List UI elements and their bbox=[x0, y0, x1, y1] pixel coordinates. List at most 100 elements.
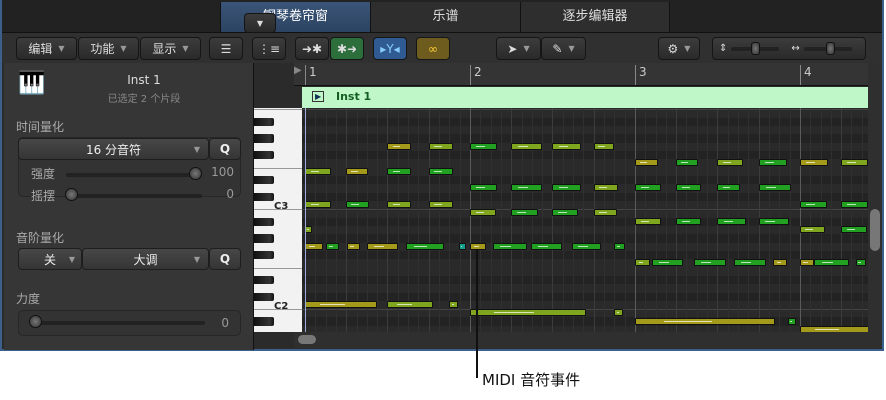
midi-note[interactable] bbox=[387, 142, 412, 150]
horizontal-zoom-slider[interactable] bbox=[803, 41, 852, 55]
black-key[interactable] bbox=[254, 134, 274, 143]
midi-note[interactable] bbox=[469, 142, 497, 150]
midi-note[interactable] bbox=[799, 201, 827, 209]
midi-note[interactable] bbox=[758, 217, 789, 225]
scale-root-select[interactable]: 关 ▼ bbox=[18, 248, 82, 270]
midi-in-button[interactable]: ➜✱ bbox=[295, 37, 329, 60]
scale-q-button[interactable]: Q bbox=[209, 248, 241, 270]
midi-note[interactable] bbox=[552, 209, 579, 217]
settings-menu[interactable]: ⚙ ▼ bbox=[658, 37, 700, 60]
velocity-slider[interactable] bbox=[31, 321, 205, 325]
slider-thumb[interactable] bbox=[825, 41, 835, 55]
midi-note[interactable] bbox=[346, 201, 369, 209]
scale-type-select[interactable]: 大调 ▼ bbox=[82, 248, 209, 270]
midi-note[interactable] bbox=[814, 259, 850, 267]
black-key[interactable] bbox=[254, 150, 274, 160]
midi-note[interactable] bbox=[346, 167, 368, 175]
midi-note[interactable] bbox=[305, 201, 331, 209]
strength-slider-thumb[interactable] bbox=[189, 167, 202, 180]
midi-note[interactable] bbox=[387, 167, 412, 175]
view-menu[interactable]: 显示 ▼ bbox=[140, 37, 201, 60]
midi-note[interactable] bbox=[325, 242, 339, 250]
black-key[interactable] bbox=[254, 275, 274, 285]
midi-note[interactable] bbox=[676, 217, 701, 225]
midi-note[interactable] bbox=[458, 242, 466, 250]
swing-slider-thumb[interactable] bbox=[65, 188, 78, 201]
vertical-zoom-slider[interactable] bbox=[731, 41, 780, 55]
midi-note[interactable] bbox=[717, 184, 741, 192]
link-button[interactable]: ∞ bbox=[416, 37, 450, 60]
midi-note[interactable] bbox=[787, 317, 796, 325]
midi-note[interactable] bbox=[469, 309, 587, 317]
scroll-thumb[interactable] bbox=[298, 335, 316, 344]
midi-out-button[interactable]: ✱➜ bbox=[330, 37, 364, 60]
midi-note[interactable] bbox=[799, 226, 825, 234]
midi-note[interactable] bbox=[614, 309, 623, 317]
midi-note[interactable] bbox=[841, 159, 868, 167]
black-key[interactable] bbox=[254, 292, 274, 301]
functions-menu[interactable]: 功能 ▼ bbox=[78, 37, 139, 60]
midi-note[interactable] bbox=[799, 159, 828, 167]
midi-note[interactable] bbox=[634, 217, 661, 225]
midi-note[interactable] bbox=[428, 201, 454, 209]
midi-note[interactable] bbox=[799, 259, 815, 267]
midi-note[interactable] bbox=[855, 259, 866, 267]
tab-piano-roll[interactable]: 钢琴卷帘窗 bbox=[220, 2, 370, 32]
midi-note[interactable] bbox=[449, 301, 458, 308]
midi-note[interactable] bbox=[511, 184, 543, 192]
midi-note[interactable] bbox=[634, 259, 651, 267]
midi-note[interactable] bbox=[305, 167, 331, 175]
midi-note[interactable] bbox=[841, 201, 868, 209]
black-key[interactable] bbox=[254, 234, 274, 243]
midi-note[interactable] bbox=[634, 184, 661, 192]
midi-note[interactable] bbox=[676, 184, 701, 192]
midi-note[interactable] bbox=[758, 184, 791, 192]
strength-slider[interactable] bbox=[66, 173, 202, 177]
playhead[interactable] bbox=[305, 108, 306, 332]
midi-note[interactable] bbox=[693, 259, 726, 267]
midi-note[interactable] bbox=[305, 301, 378, 308]
swing-slider[interactable] bbox=[66, 194, 202, 198]
midi-note[interactable] bbox=[305, 226, 313, 234]
black-key[interactable] bbox=[254, 217, 274, 226]
midi-note[interactable] bbox=[305, 242, 323, 250]
midi-note[interactable] bbox=[593, 142, 615, 150]
horizontal-scrollbar[interactable] bbox=[294, 332, 868, 348]
midi-note[interactable] bbox=[469, 184, 497, 192]
midi-note[interactable] bbox=[511, 209, 538, 217]
black-key[interactable] bbox=[254, 117, 274, 126]
midi-note[interactable] bbox=[758, 159, 788, 167]
midi-note[interactable] bbox=[366, 242, 398, 250]
midi-note[interactable] bbox=[593, 184, 619, 192]
note-grid[interactable] bbox=[302, 108, 868, 332]
black-key[interactable] bbox=[254, 192, 274, 201]
piano-keyboard[interactable]: C3 C2 bbox=[254, 108, 302, 332]
slider-thumb[interactable] bbox=[751, 41, 761, 55]
vertical-scrollbar[interactable] bbox=[868, 63, 882, 348]
collapse-button[interactable]: ☰ bbox=[209, 37, 243, 60]
edit-menu[interactable]: 编辑 ▼ bbox=[16, 37, 77, 60]
display-menu-button[interactable]: ▼ bbox=[244, 13, 276, 33]
midi-note[interactable] bbox=[552, 184, 582, 192]
midi-note[interactable] bbox=[572, 242, 601, 250]
black-key[interactable] bbox=[254, 250, 274, 260]
tab-step-editor[interactable]: 逐步编辑器 bbox=[520, 2, 670, 32]
midi-note[interactable] bbox=[593, 209, 618, 217]
midi-note[interactable] bbox=[552, 142, 582, 150]
midi-note[interactable] bbox=[387, 201, 412, 209]
quantize-value-select[interactable]: 16 分音符 ▼ bbox=[18, 138, 209, 160]
midi-note[interactable] bbox=[733, 259, 766, 267]
region-header[interactable]: ▶ Inst 1 bbox=[302, 87, 868, 108]
midi-note[interactable] bbox=[428, 142, 454, 150]
midi-note[interactable] bbox=[676, 159, 698, 167]
black-key[interactable] bbox=[254, 317, 274, 326]
midi-note[interactable] bbox=[614, 242, 625, 250]
automation-button[interactable]: ⋮≡ bbox=[252, 37, 286, 60]
pointer-tool-menu[interactable]: ➤ ▼ bbox=[496, 37, 541, 60]
black-key[interactable] bbox=[254, 175, 274, 185]
scroll-thumb[interactable] bbox=[870, 209, 880, 251]
midi-note[interactable] bbox=[347, 242, 360, 250]
midi-note[interactable] bbox=[773, 259, 788, 267]
midi-note[interactable] bbox=[492, 242, 527, 250]
midi-note[interactable] bbox=[469, 242, 487, 250]
